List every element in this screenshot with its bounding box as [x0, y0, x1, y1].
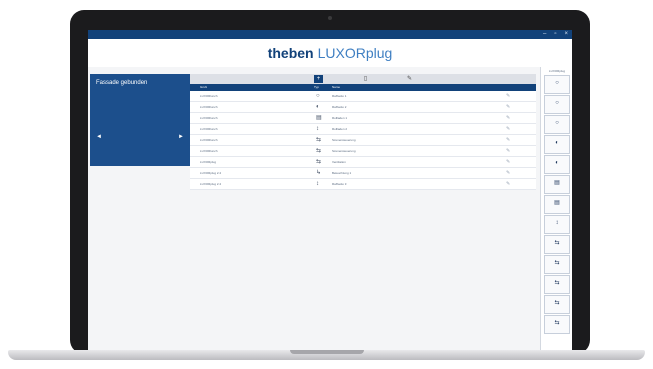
device-type-icon: ▤: [316, 115, 322, 121]
table-row[interactable]: LUXORlunch ⇆ Szenensteuerung ✎: [190, 146, 536, 157]
device-type-icon: ↕: [316, 126, 319, 132]
row-name: LUXORplug 2.4: [200, 171, 222, 175]
device-type-icon: ↕: [316, 181, 319, 187]
table-toolbar: + ▯ ✎: [190, 74, 536, 84]
edit-icon[interactable]: ✎: [506, 157, 510, 167]
laptop-lid: – ▫ × theben LUXORplug Fassade gebunden ◄…: [70, 10, 590, 354]
device-tile[interactable]: ○: [544, 75, 570, 94]
row-description: Rollladen 2: [332, 127, 348, 131]
row-description: Szenensteuerung: [332, 138, 356, 142]
device-tile[interactable]: ◐: [544, 155, 570, 174]
device-type-icon: ↳: [316, 170, 322, 176]
table-row[interactable]: LUXORplug ⇆ Ventilation ✎: [190, 157, 536, 168]
device-type-icon: ⇆: [316, 159, 322, 165]
device-tile[interactable]: ⇆: [544, 315, 570, 334]
row-name: LUXORlunch: [200, 105, 218, 109]
edit-icon[interactable]: ✎: [405, 75, 414, 83]
edit-icon[interactable]: ✎: [506, 179, 510, 189]
table-row[interactable]: LUXORplug 2.4 ↕ Raffsetto 3 ✎: [190, 179, 536, 190]
row-name: LUXORplug 2.4: [200, 182, 222, 186]
edit-icon[interactable]: ✎: [506, 135, 510, 145]
chevron-right-icon[interactable]: ►: [178, 134, 184, 140]
row-description: Raffsetto 1: [332, 94, 347, 98]
device-tile[interactable]: ○: [544, 95, 570, 114]
device-tile[interactable]: ○: [544, 115, 570, 134]
row-description: Raffsetto 2: [332, 105, 347, 109]
device-type-icon: ⇆: [316, 148, 322, 154]
edit-icon[interactable]: ✎: [506, 168, 510, 178]
laptop-base: [8, 350, 645, 360]
device-tile[interactable]: ◐: [544, 135, 570, 154]
table-row[interactable]: LUXORlunch ⇆ Szenensteuerung ✎: [190, 135, 536, 146]
row-name: LUXORlunch: [200, 127, 218, 131]
edit-icon[interactable]: ✎: [506, 91, 510, 101]
app-screen: – ▫ × theben LUXORplug Fassade gebunden ◄…: [88, 30, 572, 350]
row-description: Beleuchtung 1: [332, 171, 352, 175]
maximize-icon[interactable]: ▫: [554, 30, 556, 39]
device-tile[interactable]: ⇆: [544, 235, 570, 254]
group-title: Fassade gebunden: [96, 80, 148, 86]
camera-icon: [328, 16, 332, 20]
palette-header: LUXORplug: [548, 69, 565, 73]
chevron-left-icon[interactable]: ◄: [96, 134, 102, 140]
row-name: LUXORplug: [200, 160, 217, 164]
edit-icon[interactable]: ✎: [506, 146, 510, 156]
device-tile[interactable]: ▤: [544, 175, 570, 194]
device-type-icon: ○: [316, 93, 320, 99]
device-tile[interactable]: ⇆: [544, 295, 570, 314]
device-type-icon: ⇆: [316, 137, 322, 143]
group-panel[interactable]: Fassade gebunden ◄ ►: [90, 74, 190, 166]
add-button[interactable]: +: [314, 75, 323, 83]
app-header: theben LUXORplug: [88, 39, 572, 67]
minimize-icon[interactable]: –: [543, 30, 546, 39]
laptop-notch: [290, 350, 364, 354]
document-icon[interactable]: ▯: [361, 75, 370, 83]
row-description: Rollladen 1: [332, 116, 348, 120]
device-tile[interactable]: ⇆: [544, 275, 570, 294]
column-header-name: Gruß: [200, 85, 207, 89]
edit-icon[interactable]: ✎: [506, 124, 510, 134]
column-header-description: Name: [332, 85, 341, 89]
row-description: Raffsetto 3: [332, 182, 347, 186]
product-name: LUXORplug: [317, 45, 393, 61]
row-name: LUXORlunch: [200, 138, 218, 142]
row-name: LUXORlunch: [200, 149, 218, 153]
device-table: Gruß Typ Name LUXORlunch ○ Raffsetto 1 ✎…: [190, 84, 536, 190]
device-tile[interactable]: ▤: [544, 195, 570, 214]
window-controls: – ▫ ×: [543, 30, 568, 39]
device-tile[interactable]: ⇆: [544, 255, 570, 274]
window-titlebar: – ▫ ×: [88, 30, 572, 39]
table-row[interactable]: LUXORlunch ○ Raffsetto 1 ✎: [190, 91, 536, 102]
column-header-type: Typ: [314, 85, 319, 89]
device-tile[interactable]: ↕: [544, 215, 570, 234]
device-type-icon: ◐: [316, 104, 320, 110]
table-row[interactable]: LUXORplug 2.4 ↳ Beleuchtung 1 ✎: [190, 168, 536, 179]
brand-logo: theben: [267, 45, 314, 61]
table-row[interactable]: LUXORlunch ◐ Raffsetto 2 ✎: [190, 102, 536, 113]
row-name: LUXORlunch: [200, 94, 218, 98]
row-name: LUXORlunch: [200, 116, 218, 120]
table-row[interactable]: LUXORlunch ▤ Rollladen 1 ✎: [190, 113, 536, 124]
table-row[interactable]: LUXORlunch ↕ Rollladen 2 ✎: [190, 124, 536, 135]
edit-icon[interactable]: ✎: [506, 102, 510, 112]
row-description: Szenensteuerung: [332, 149, 356, 153]
close-icon[interactable]: ×: [564, 30, 568, 39]
device-palette: LUXORplug ○ ○ ○ ◐ ◐ ▤ ▤ ↕ ⇆ ⇆ ⇆ ⇆ ⇆: [540, 67, 572, 350]
table-header: Gruß Typ Name: [190, 84, 536, 91]
edit-icon[interactable]: ✎: [506, 113, 510, 123]
row-description: Ventilation: [332, 160, 346, 164]
